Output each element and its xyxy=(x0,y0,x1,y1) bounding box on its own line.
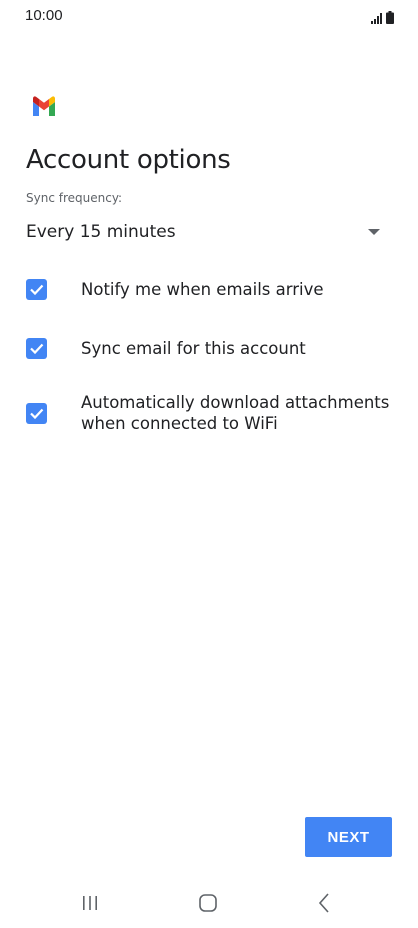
status-time: 10:00 xyxy=(25,7,63,24)
gmail-logo-icon xyxy=(31,96,57,116)
next-button[interactable]: NEXT xyxy=(305,817,392,857)
sync-checkbox[interactable] xyxy=(26,338,47,359)
back-icon[interactable] xyxy=(317,892,331,918)
check-icon xyxy=(30,284,44,296)
sync-frequency-dropdown[interactable]: Every 15 minutes xyxy=(26,218,388,248)
navigation-bar xyxy=(0,880,418,928)
option-sync-email[interactable]: Sync email for this account xyxy=(26,337,396,361)
option-notify-emails[interactable]: Notify me when emails arrive xyxy=(26,278,396,302)
signal-icon xyxy=(371,9,383,28)
sync-frequency-value: Every 15 minutes xyxy=(26,222,176,242)
page-title: Account options xyxy=(26,145,231,175)
home-icon[interactable] xyxy=(198,893,218,917)
battery-icon xyxy=(386,9,394,28)
check-icon xyxy=(30,343,44,355)
download-checkbox[interactable] xyxy=(26,403,47,424)
option-label: Sync email for this account xyxy=(81,339,306,358)
status-bar: 10:00 xyxy=(0,0,418,32)
status-icons xyxy=(371,9,394,28)
option-label: Automatically download attachments when … xyxy=(81,393,390,433)
notify-checkbox[interactable] xyxy=(26,279,47,300)
dropdown-arrow-icon xyxy=(368,229,380,235)
recents-icon[interactable] xyxy=(81,894,99,916)
option-label: Notify me when emails arrive xyxy=(81,280,324,299)
sync-frequency-label: Sync frequency: xyxy=(26,191,123,205)
check-icon xyxy=(30,408,44,420)
option-download-attachments[interactable]: Automatically download attachments when … xyxy=(26,392,396,436)
